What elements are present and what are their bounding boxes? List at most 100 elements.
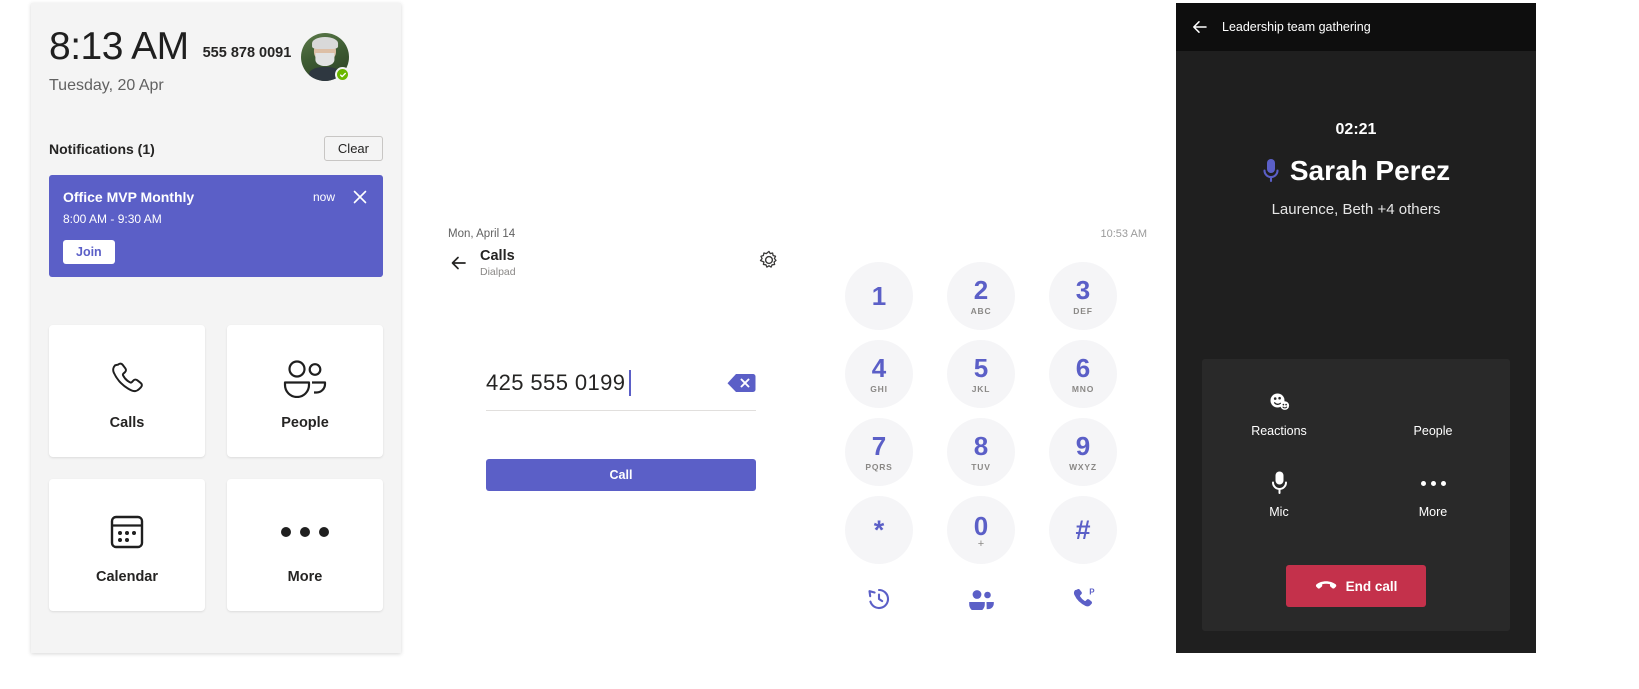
back-arrow-icon[interactable] <box>1190 17 1210 37</box>
end-call-button[interactable]: End call <box>1286 565 1426 607</box>
control-reactions[interactable]: Reactions <box>1202 389 1356 438</box>
clock-block: 8:13 AM Tuesday, 20 Apr <box>49 25 189 96</box>
join-meeting-button[interactable]: Join <box>63 240 115 264</box>
key-digit: 9 <box>1075 430 1091 461</box>
page-subtitle: Dialpad <box>480 266 516 278</box>
control-mic[interactable]: Mic <box>1202 470 1356 519</box>
key-letters: WXYZ <box>1069 461 1097 472</box>
key-digit: 5 <box>973 352 989 383</box>
control-label: Mic <box>1269 505 1289 519</box>
avatar[interactable] <box>301 33 351 82</box>
dialpad-key-pound[interactable]: # <box>1049 496 1117 564</box>
phone-number-field[interactable]: 425 555 0199 <box>486 370 756 411</box>
entered-number-wrapper: 425 555 0199 <box>486 370 631 396</box>
dialpad-action-row: P <box>828 580 1134 618</box>
more-dots-glyph <box>1420 480 1446 486</box>
notification-timestamp: now <box>312 190 335 204</box>
key-digit: * <box>873 515 885 545</box>
key-letters: DEF <box>1073 305 1093 316</box>
mic-icon <box>1262 157 1280 185</box>
page-title: Calls <box>480 248 515 264</box>
end-call-icon <box>1315 579 1337 593</box>
end-call-label: End call <box>1345 578 1398 594</box>
key-letters: TUV <box>971 461 991 472</box>
dialpad-date: Mon, April 14 <box>448 228 516 240</box>
dialpad-key-1[interactable]: 1 <box>845 262 913 330</box>
key-letters: GHI <box>870 383 888 394</box>
dialpad-key-7[interactable]: 7 PQRS <box>845 418 913 486</box>
gear-icon[interactable] <box>758 249 780 271</box>
dialpad-key-8[interactable]: 8 TUV <box>947 418 1015 486</box>
control-people[interactable]: People <box>1356 389 1510 438</box>
dialpad-key-2[interactable]: 2 ABC <box>947 262 1015 330</box>
clear-notifications-button[interactable]: Clear <box>323 136 383 161</box>
notification-title: Office MVP Monthly <box>63 189 195 205</box>
history-icon[interactable] <box>856 580 902 618</box>
active-speaker: Sarah Perez <box>1176 155 1536 187</box>
key-digit: 2 <box>973 274 989 305</box>
control-label: People <box>1413 424 1453 438</box>
dialpad-key-4[interactable]: 4 GHI <box>845 340 913 408</box>
meeting-title: Leadership team gathering <box>1222 20 1371 34</box>
active-speaker-name: Sarah Perez <box>1289 155 1451 186</box>
tile-calls[interactable]: Calls <box>49 325 205 457</box>
control-more[interactable]: More <box>1356 470 1510 519</box>
participants-summary: Laurence, Beth +4 others <box>1271 201 1441 218</box>
svg-text:P: P <box>1089 587 1095 596</box>
key-digit: 7 <box>871 430 887 461</box>
key-letters: PQRS <box>865 461 893 472</box>
screenshot-root: 8:13 AM Tuesday, 20 Apr 555 878 0091 Not… <box>0 0 1639 689</box>
key-digit: 1 <box>871 281 887 311</box>
more-dots-icon <box>1420 470 1446 496</box>
more-dots-icon <box>281 505 329 559</box>
back-arrow-icon[interactable] <box>448 252 470 274</box>
key-digit: 6 <box>1075 352 1091 383</box>
notifications-bar: Notifications (1) Clear <box>49 136 383 161</box>
dialpad-key-0[interactable]: 0 + <box>947 496 1015 564</box>
tile-more[interactable]: More <box>227 479 383 611</box>
dialpad-key-5[interactable]: 5 JKL <box>947 340 1015 408</box>
home-panel: 8:13 AM Tuesday, 20 Apr 555 878 0091 Not… <box>31 3 401 653</box>
tile-label: People <box>281 415 329 431</box>
key-digit: # <box>1075 515 1091 545</box>
home-header: 8:13 AM Tuesday, 20 Apr 555 878 0091 <box>49 25 383 96</box>
tile-label: Calendar <box>95 569 159 585</box>
entered-number: 425 555 0199 <box>486 370 626 395</box>
key-letters: + <box>977 537 985 550</box>
contacts-icon[interactable] <box>958 580 1004 618</box>
backspace-icon[interactable] <box>726 372 756 394</box>
key-digit: 8 <box>973 430 989 461</box>
tile-calendar[interactable]: Calendar <box>49 479 205 611</box>
dialpad-panel: Mon, April 14 10:53 AM Calls Dialpad 425… <box>420 0 1175 689</box>
key-letters: JKL <box>971 383 991 394</box>
close-icon[interactable] <box>351 188 369 206</box>
dialpad-key-star[interactable]: * <box>845 496 913 564</box>
tile-people[interactable]: People <box>227 325 383 457</box>
dialpad-key-6[interactable]: 6 MNO <box>1049 340 1117 408</box>
call-panel: Leadership team gathering 02:21 Sarah Pe… <box>1176 3 1536 653</box>
people-icon <box>280 351 330 405</box>
shortcut-tile-grid: Calls People Calendar More <box>49 325 383 611</box>
call-button[interactable]: Call <box>486 459 756 491</box>
dialpad-header: Calls Dialpad <box>448 248 516 278</box>
control-label: More <box>1418 505 1448 519</box>
tile-label: Calls <box>109 415 145 431</box>
call-topbar: Leadership team gathering <box>1176 3 1536 51</box>
notification-card[interactable]: Office MVP Monthly now 8:00 AM - 9:30 AM… <box>49 175 383 277</box>
dialpad-keys: 1 2 ABC 3 DEF 4 GHI 5 JKL 6 MNO 7 PQRS 8… <box>828 262 1134 574</box>
park-call-icon[interactable]: P <box>1060 580 1106 618</box>
key-letters: MNO <box>1071 383 1095 394</box>
tile-label: More <box>287 569 323 585</box>
dialpad-key-9[interactable]: 9 WXYZ <box>1049 418 1117 486</box>
notification-card-top: Office MVP Monthly now <box>63 189 369 206</box>
key-digit: 4 <box>871 352 887 383</box>
clock-time: 8:13 AM <box>49 25 189 68</box>
dialpad-key-3[interactable]: 3 DEF <box>1049 262 1117 330</box>
text-cursor <box>629 370 631 396</box>
more-dots-glyph <box>281 527 329 537</box>
call-controls-panel: Reactions People Mic More End call <box>1202 359 1510 631</box>
notification-time-range: 8:00 AM - 9:30 AM <box>63 212 162 226</box>
call-controls-grid: Reactions People Mic More <box>1202 389 1510 519</box>
reactions-icon <box>1267 389 1291 415</box>
device-phone-number: 555 878 0091 <box>202 45 292 61</box>
